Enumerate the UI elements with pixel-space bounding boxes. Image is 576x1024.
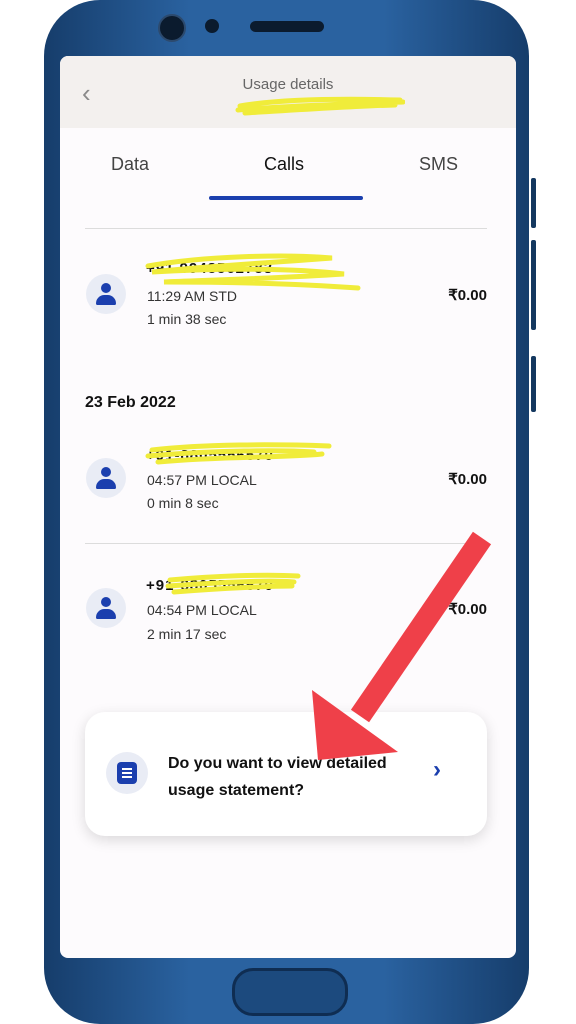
power-button: [531, 356, 536, 412]
date-group-header: 23 Feb 2022: [85, 394, 176, 411]
statement-prompt: Do you want to view detailed usage state…: [168, 755, 387, 799]
earpiece-speaker: [250, 21, 324, 32]
home-button[interactable]: [232, 968, 348, 1016]
volume-button: [531, 240, 536, 330]
chevron-right-icon[interactable]: ›: [433, 756, 441, 784]
call-charge: ₹0.00: [448, 287, 487, 304]
tab-bar: Data Calls SMS: [60, 154, 516, 194]
divider: [85, 228, 487, 229]
contact-avatar-icon: [86, 588, 126, 628]
divider: [85, 543, 487, 544]
header-bar: ‹ Usage details: [60, 56, 516, 128]
volume-button: [531, 178, 536, 228]
contact-avatar-icon: [86, 274, 126, 314]
usage-statement-card[interactable]: Do you want to view detailed usage state…: [85, 712, 487, 836]
call-duration: 1 min 38 sec: [147, 311, 227, 327]
page-title: Usage details: [242, 76, 334, 93]
redaction-scribble: [145, 442, 332, 465]
tab-sms[interactable]: SMS: [419, 154, 458, 175]
call-duration: 2 min 17 sec: [147, 626, 227, 642]
call-time: 04:54 PM LOCAL: [147, 602, 257, 618]
call-time: 11:29 AM STD: [147, 288, 238, 304]
app-screen: ‹ Usage details Data Calls SMS +91 99485…: [60, 56, 516, 958]
tab-data[interactable]: Data: [111, 154, 149, 175]
redaction-scribble: [235, 96, 405, 116]
contact-avatar-icon: [86, 458, 126, 498]
call-charge: ₹0.00: [448, 471, 487, 488]
proximity-sensor: [205, 19, 219, 33]
document-list-icon: [106, 752, 148, 794]
tab-calls[interactable]: Calls: [264, 154, 304, 175]
call-charge: ₹0.00: [448, 601, 487, 618]
active-tab-indicator: [209, 196, 363, 200]
call-time: 04:57 PM LOCAL: [147, 472, 257, 488]
front-camera: [158, 14, 186, 42]
call-duration: 0 min 8 sec: [147, 495, 219, 511]
redaction-scribble: [165, 572, 301, 595]
